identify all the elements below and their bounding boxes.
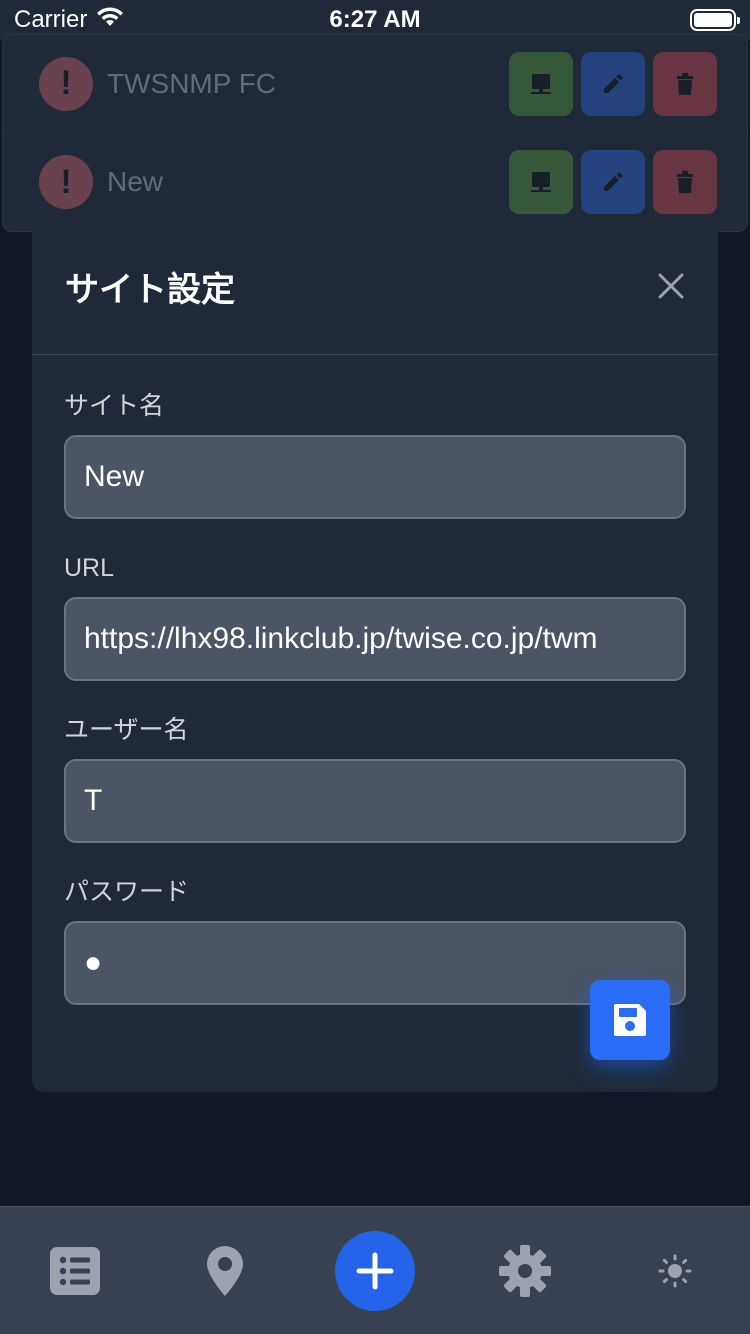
floppy-disk-icon xyxy=(614,1004,646,1036)
tab-settings[interactable] xyxy=(475,1221,575,1321)
plus-icon xyxy=(356,1252,394,1289)
tab-theme[interactable] xyxy=(625,1221,725,1321)
list-icon xyxy=(50,1246,100,1295)
password-label: パスワード xyxy=(64,878,190,906)
bottom-tab-bar xyxy=(0,1206,750,1334)
sun-icon xyxy=(658,1254,692,1287)
add-button[interactable] xyxy=(335,1230,415,1311)
tab-map[interactable] xyxy=(175,1221,275,1321)
save-button[interactable] xyxy=(590,980,670,1060)
modal-header: サイト設定 xyxy=(32,218,718,355)
tab-list[interactable] xyxy=(25,1221,125,1321)
modal-body: サイト名 URL ユーザー名 パスワード xyxy=(32,355,718,1039)
url-label: URL xyxy=(64,554,115,582)
gear-icon xyxy=(499,1244,551,1297)
modal-title: サイト設定 xyxy=(65,270,235,309)
site-name-label: サイト名 xyxy=(64,392,165,420)
map-pin-icon xyxy=(207,1245,243,1296)
tab-add[interactable] xyxy=(325,1221,425,1321)
close-icon xyxy=(658,273,684,299)
status-left: Carrier xyxy=(14,6,125,35)
site-settings-modal: サイト設定 サイト名 URL ユーザー名 パスワード xyxy=(32,218,718,1092)
url-input[interactable] xyxy=(64,597,686,681)
battery-icon xyxy=(690,9,740,31)
carrier-label: Carrier xyxy=(14,6,88,33)
close-button[interactable] xyxy=(646,261,696,311)
username-label: ユーザー名 xyxy=(64,716,189,744)
wifi-icon xyxy=(95,6,125,35)
username-input[interactable] xyxy=(64,759,686,843)
site-name-input[interactable] xyxy=(64,435,686,519)
